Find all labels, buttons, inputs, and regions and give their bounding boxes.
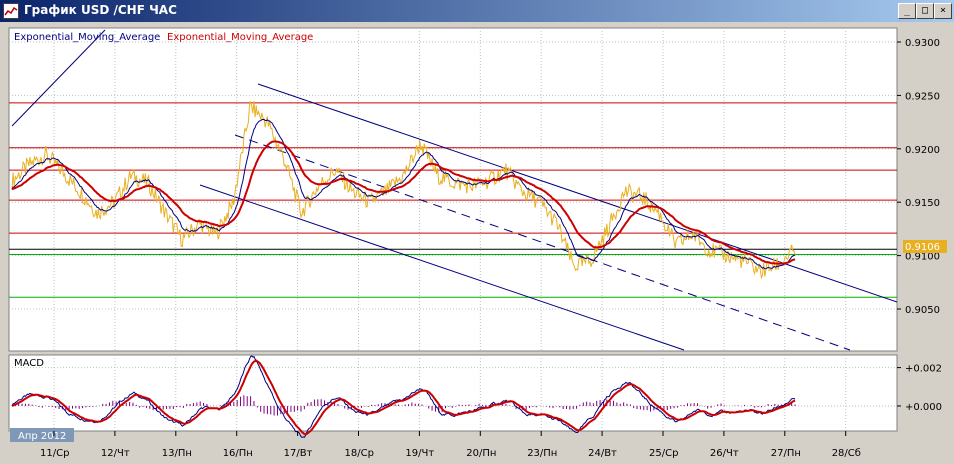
macd-tick-label: +0.000 (905, 402, 942, 413)
price-axis: 0.9300 0.9250 0.9200 0.9150 0.9100 0.9050 (897, 38, 940, 316)
minimize-button[interactable]: _ (898, 3, 916, 19)
current-price-label: 0.9106 (905, 242, 940, 253)
date-tick-label: 26/Чт (710, 448, 739, 459)
title-bar[interactable]: График USD /CHF ЧАС _ □ × (0, 0, 954, 22)
maximize-button[interactable]: □ (916, 3, 934, 19)
close-button[interactable]: × (934, 3, 952, 19)
date-tick-label: 12/Чт (101, 448, 130, 459)
macd-axis: +0.002 +0.000 (897, 364, 942, 413)
macd-tick-label: +0.002 (905, 364, 942, 375)
date-tick-label: 27/Пн (771, 448, 801, 459)
chart-icon (3, 3, 19, 19)
price-tick-label: 0.9300 (905, 38, 940, 49)
date-tick-label: 20/Пн (466, 448, 496, 459)
date-tick-label: 16/Пн (223, 448, 253, 459)
date-tick-label: 13/Пн (162, 448, 192, 459)
date-tick-label: 17/Вт (284, 448, 313, 459)
date-axis: 11/Ср 12/Чт 13/Пн 16/Пн 17/Вт 18/Ср 19/Чт 20/Пн… (40, 431, 861, 459)
date-tick-label: 18/Ср (345, 448, 374, 459)
chart-area[interactable]: Exponential_Moving_Average Exponential_M… (0, 22, 954, 464)
period-label: Апр 2012 (18, 431, 66, 442)
ema-label-fast: Exponential_Moving_Average (14, 32, 160, 43)
price-tick-label: 0.9050 (905, 305, 940, 316)
price-tick-label: 0.9100 (905, 252, 940, 263)
date-tick-label: 23/Пн (527, 448, 557, 459)
window-title: График USD /CHF ЧАС (24, 3, 177, 17)
price-tick-label: 0.9250 (905, 91, 940, 102)
date-tick-label: 19/Чт (405, 448, 434, 459)
ema-label-slow: Exponential_Moving_Average (167, 32, 313, 43)
macd-label: MACD (14, 358, 44, 369)
chart-window: График USD /CHF ЧАС _ □ × Exponential_Mo… (0, 0, 954, 464)
price-tick-label: 0.9150 (905, 198, 940, 209)
date-tick-label: 24/Вт (588, 448, 617, 459)
price-panel[interactable] (8, 27, 898, 352)
date-tick-label: 28/Сб (832, 448, 861, 459)
price-tick-label: 0.9200 (905, 145, 940, 156)
date-tick-label: 25/Ср (649, 448, 678, 459)
date-tick-label: 11/Ср (40, 448, 69, 459)
macd-panel[interactable] (8, 354, 898, 432)
